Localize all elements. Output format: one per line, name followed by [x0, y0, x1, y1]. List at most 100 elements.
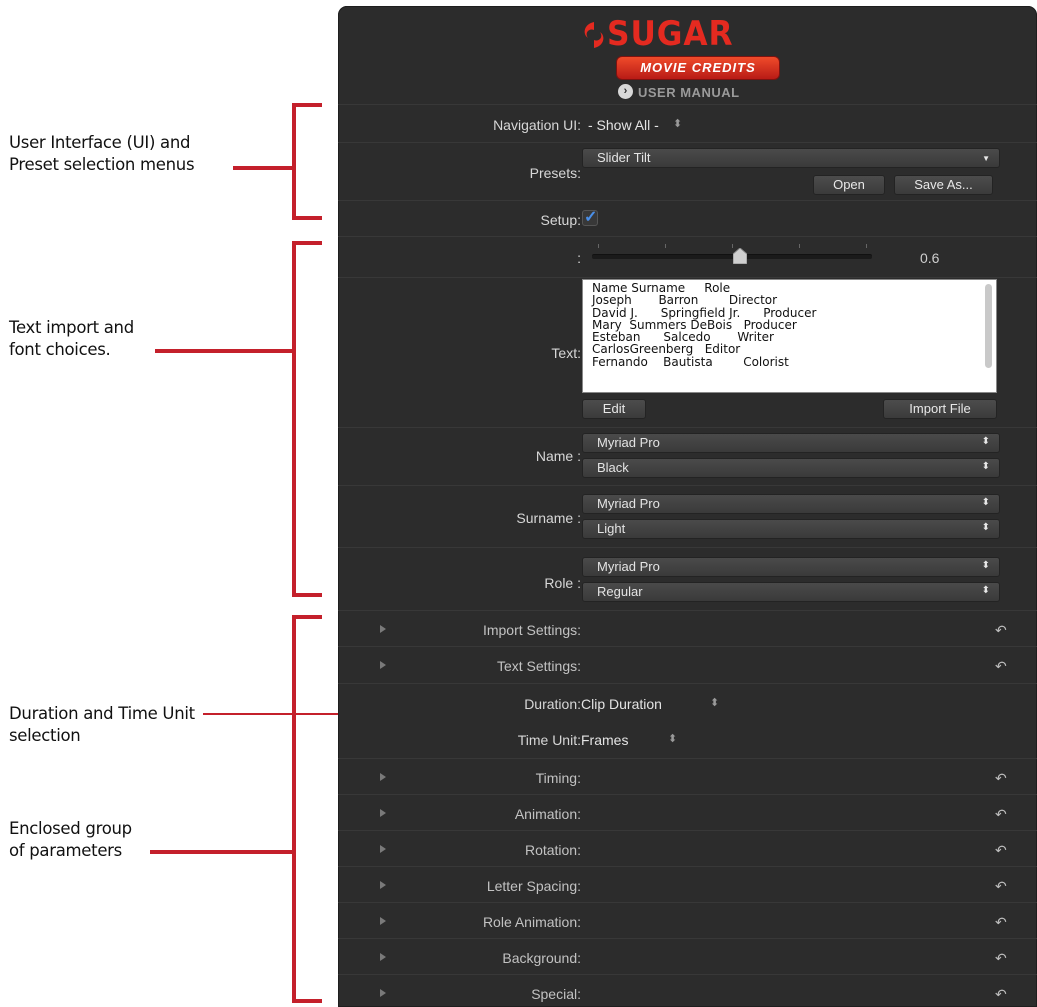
presets-dropdown[interactable]: Slider Tilt ▼: [582, 148, 1000, 168]
checkmark-icon: ✓: [584, 209, 598, 226]
import-file-button[interactable]: Import File: [883, 399, 997, 419]
disclosure-triangle-icon[interactable]: [380, 953, 386, 961]
dropdown-value: Myriad Pro: [597, 559, 660, 574]
name-family-dropdown[interactable]: Myriad Pro ⬍: [582, 433, 1000, 453]
reset-icon[interactable]: ↶: [995, 623, 1007, 637]
surname-family-dropdown[interactable]: Myriad Pro ⬍: [582, 494, 1000, 514]
group-import-settings[interactable]: Import Settings: ↶: [338, 610, 1037, 647]
group-row[interactable]: Animation: ↶: [338, 794, 1037, 831]
group-row[interactable]: Special: ↶: [338, 974, 1037, 1007]
annotation-ui-presets: User Interface (UI) and Preset selection…: [9, 132, 195, 176]
arrow-right-icon[interactable]: ›: [618, 84, 633, 99]
time-unit-label: Time Unit:: [517, 732, 581, 748]
dropdown-value: Regular: [597, 584, 643, 599]
dropdown-value: Light: [597, 521, 626, 536]
stepper-icon: ⬍: [981, 497, 990, 508]
text-label: Text:: [551, 345, 581, 361]
disclosure-triangle-icon[interactable]: [380, 773, 386, 781]
annotation-text: selection: [9, 726, 81, 745]
disclosure-triangle-icon[interactable]: [380, 917, 386, 925]
role-style-dropdown[interactable]: Regular ⬍: [582, 582, 1000, 602]
group-label: Text Settings:: [496, 658, 581, 674]
surname-style-dropdown[interactable]: Light ⬍: [582, 519, 1000, 539]
surname-font-label: Surname :: [516, 510, 581, 526]
disclosure-triangle-icon[interactable]: [380, 661, 386, 669]
font-row-name: Name : Myriad Pro ⬍ Black ⬍: [338, 427, 1037, 486]
scrollbar[interactable]: [985, 284, 992, 368]
inspector-panel: SUGAR MOVIE CREDITS › USER MANUAL Naviga…: [338, 6, 1037, 1007]
navigation-popup[interactable]: - Show All -: [588, 117, 659, 133]
logo-word: SUGAR: [607, 14, 734, 54]
annotation-text: Duration and Time Unit: [9, 704, 195, 723]
annotation-text: of parameters: [9, 841, 122, 860]
time-unit-popup[interactable]: Frames: [581, 732, 628, 748]
annotation-text: Preset selection menus: [9, 155, 195, 174]
role-font-label: Role :: [544, 575, 581, 591]
swirl-icon: [584, 22, 604, 48]
annotation-text: font choices.: [9, 340, 111, 359]
setup-checkbox[interactable]: ✓: [582, 209, 598, 226]
reset-icon[interactable]: ↶: [995, 987, 1007, 1001]
stepper-icon: ⬍: [981, 461, 990, 472]
stepper-icon[interactable]: ⬍: [668, 734, 677, 745]
disclosure-triangle-icon[interactable]: [380, 989, 386, 997]
edit-button[interactable]: Edit: [582, 399, 646, 419]
disclosure-triangle-icon[interactable]: [380, 881, 386, 889]
name-font-label: Name :: [535, 448, 581, 464]
presets-row: Presets: Slider Tilt ▼ Open Save As...: [338, 142, 1037, 201]
reset-icon[interactable]: ↶: [995, 951, 1007, 965]
annotation-text: Enclosed group: [9, 819, 132, 838]
group-row[interactable]: Role Animation: ↶: [338, 902, 1037, 939]
group-row[interactable]: Background: ↶: [338, 938, 1037, 975]
credits-text-area[interactable]: Name Surname Role Joseph Barron Director D…: [582, 279, 997, 393]
slider-knob[interactable]: [732, 247, 748, 265]
save-as-button[interactable]: Save As...: [894, 175, 993, 195]
user-manual-link[interactable]: USER MANUAL: [638, 85, 740, 100]
name-style-dropdown[interactable]: Black ⬍: [582, 458, 1000, 478]
dropdown-value: Myriad Pro: [597, 435, 660, 450]
group-row[interactable]: Rotation: ↶: [338, 830, 1037, 867]
disclosure-triangle-icon[interactable]: [380, 809, 386, 817]
annotation-bracket-ui: [292, 103, 322, 220]
credits-text-lines: Name Surname Role Joseph Barron Director D…: [592, 282, 816, 368]
reset-icon[interactable]: ↶: [995, 843, 1007, 857]
duration-row: Duration: Clip Duration ⬍: [338, 683, 1037, 722]
group-row[interactable]: Timing: ↶: [338, 758, 1037, 795]
stepper-icon[interactable]: ⬍: [710, 698, 719, 709]
group-text-settings[interactable]: Text Settings: ↶: [338, 646, 1037, 684]
role-family-dropdown[interactable]: Myriad Pro ⬍: [582, 557, 1000, 577]
group-label: Animation:: [514, 806, 581, 822]
reset-icon[interactable]: ↶: [995, 915, 1007, 929]
disclosure-triangle-icon[interactable]: [380, 845, 386, 853]
group-label: Background:: [502, 950, 581, 966]
reset-icon[interactable]: ↶: [995, 659, 1007, 673]
stepper-icon: ⬍: [981, 522, 990, 533]
chevron-down-icon: ▼: [982, 154, 990, 163]
font-row-surname: Surname : Myriad Pro ⬍ Light ⬍: [338, 485, 1037, 548]
group-label: Rotation:: [524, 842, 581, 858]
navigation-row: Navigation UI: - Show All - ⬍: [338, 104, 1037, 143]
logo-badge: MOVIE CREDITS: [616, 56, 780, 80]
slider-value[interactable]: 0.6: [920, 250, 939, 266]
annotation-text-import: Text import and font choices.: [9, 317, 134, 361]
credits-line: CarlosGreenberg Editor: [592, 342, 741, 357]
group-label: Letter Spacing:: [486, 878, 581, 894]
font-row-role: Role : Myriad Pro ⬍ Regular ⬍: [338, 547, 1037, 611]
dropdown-value: Black: [597, 460, 629, 475]
reset-icon[interactable]: ↶: [995, 807, 1007, 821]
disclosure-triangle-icon[interactable]: [380, 625, 386, 633]
annotation-connector: [233, 166, 292, 170]
annotation-enclosed: Enclosed group of parameters: [9, 818, 132, 862]
reset-icon[interactable]: ↶: [995, 879, 1007, 893]
open-button[interactable]: Open: [813, 175, 885, 195]
group-row[interactable]: Letter Spacing: ↶: [338, 866, 1037, 903]
annotation-connector: [155, 349, 292, 353]
group-label: Timing:: [535, 770, 581, 786]
time-unit-row: Time Unit: Frames ⬍: [338, 721, 1037, 758]
slider-label: :: [577, 250, 581, 266]
reset-icon[interactable]: ↶: [995, 771, 1007, 785]
stepper-icon[interactable]: ⬍: [673, 119, 682, 130]
setup-label: Setup:: [540, 212, 581, 228]
duration-popup[interactable]: Clip Duration: [581, 696, 662, 712]
dropdown-value: Myriad Pro: [597, 496, 660, 511]
